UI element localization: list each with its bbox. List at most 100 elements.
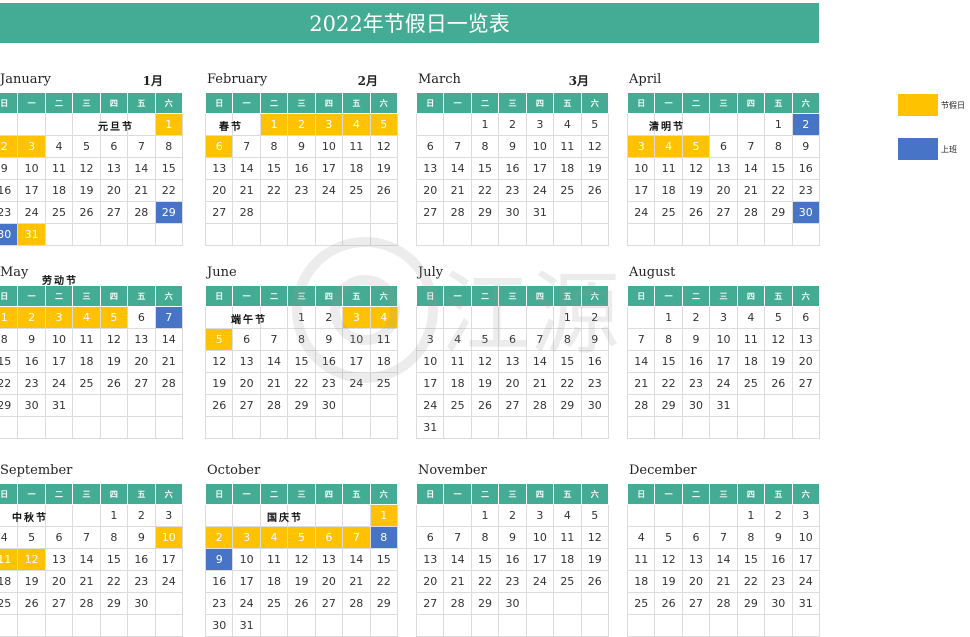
day-cell[interactable]: 26	[654, 592, 683, 615]
day-cell[interactable]: 5	[17, 526, 46, 549]
day-cell[interactable]: 2	[287, 113, 316, 136]
day-cell[interactable]: 29	[470, 592, 500, 615]
day-cell[interactable]: 27	[498, 394, 527, 417]
day-cell[interactable]: 1	[259, 113, 289, 136]
day-cell[interactable]: 26	[369, 179, 399, 202]
day-cell[interactable]: 23	[287, 179, 316, 202]
day-cell[interactable]: 31	[232, 614, 261, 637]
day-cell[interactable]: 12	[654, 548, 683, 571]
day-cell[interactable]: 29	[654, 394, 683, 417]
day-cell[interactable]: 1	[154, 113, 184, 136]
day-cell[interactable]: 25	[0, 592, 19, 615]
day-cell[interactable]: 31	[415, 416, 445, 439]
day-cell[interactable]: 6	[709, 135, 738, 158]
day-cell[interactable]: 4	[0, 526, 19, 549]
day-cell[interactable]: 28	[736, 201, 766, 224]
day-cell[interactable]: 16	[498, 548, 527, 571]
day-cell[interactable]: 18	[44, 179, 74, 202]
day-cell[interactable]: 3	[525, 504, 555, 527]
day-cell[interactable]: 6	[99, 135, 129, 158]
day-cell[interactable]: 15	[154, 157, 184, 180]
day-cell[interactable]: 17	[44, 350, 74, 373]
day-cell[interactable]: 10	[44, 328, 74, 351]
day-cell[interactable]: 12	[204, 350, 234, 373]
day-cell[interactable]: 6	[204, 135, 234, 158]
day-cell[interactable]: 2	[498, 113, 527, 136]
day-cell[interactable]: 9	[681, 328, 711, 351]
day-cell[interactable]: 4	[44, 135, 74, 158]
day-cell[interactable]: 18	[553, 548, 582, 571]
day-cell[interactable]: 2	[764, 504, 793, 527]
day-cell[interactable]: 20	[709, 179, 738, 202]
day-cell[interactable]: 3	[154, 504, 184, 527]
day-cell[interactable]: 11	[44, 157, 74, 180]
day-cell[interactable]: 30	[498, 592, 527, 615]
day-cell[interactable]: 21	[342, 570, 371, 593]
day-cell[interactable]: 20	[791, 350, 821, 373]
day-cell[interactable]: 6	[415, 135, 445, 158]
day-cell[interactable]: 8	[259, 135, 289, 158]
day-cell[interactable]: 4	[553, 113, 582, 136]
day-cell[interactable]: 15	[470, 157, 500, 180]
day-cell[interactable]: 27	[127, 372, 156, 395]
day-cell[interactable]: 22	[736, 570, 766, 593]
day-cell[interactable]: 19	[580, 548, 610, 571]
day-cell[interactable]: 11	[553, 135, 582, 158]
day-cell[interactable]: 21	[72, 570, 101, 593]
day-cell[interactable]: 10	[154, 526, 184, 549]
day-cell[interactable]: 3	[44, 306, 74, 329]
day-cell[interactable]: 4	[626, 526, 656, 549]
day-cell[interactable]: 9	[791, 135, 821, 158]
day-cell[interactable]: 24	[17, 201, 46, 224]
day-cell[interactable]: 7	[232, 135, 261, 158]
day-cell[interactable]: 28	[127, 201, 156, 224]
day-cell[interactable]: 1	[470, 504, 500, 527]
day-cell[interactable]: 24	[314, 179, 344, 202]
day-cell[interactable]: 8	[736, 526, 766, 549]
day-cell[interactable]: 25	[443, 394, 472, 417]
day-cell[interactable]: 26	[470, 394, 500, 417]
day-cell[interactable]: 10	[709, 328, 738, 351]
day-cell[interactable]: 24	[44, 372, 74, 395]
day-cell[interactable]: 4	[259, 526, 289, 549]
day-cell[interactable]: 24	[525, 570, 555, 593]
day-cell[interactable]: 9	[0, 157, 19, 180]
day-cell[interactable]: 11	[342, 135, 371, 158]
day-cell[interactable]: 27	[99, 201, 129, 224]
day-cell[interactable]: 30	[0, 223, 19, 246]
day-cell[interactable]: 5	[654, 526, 683, 549]
day-cell[interactable]: 15	[470, 548, 500, 571]
day-cell[interactable]: 27	[314, 592, 344, 615]
day-cell[interactable]: 17	[525, 157, 555, 180]
day-cell[interactable]: 19	[99, 350, 129, 373]
day-cell[interactable]: 5	[580, 113, 610, 136]
day-cell[interactable]: 20	[415, 179, 445, 202]
day-cell[interactable]: 14	[709, 548, 738, 571]
day-cell[interactable]: 11	[626, 548, 656, 571]
day-cell[interactable]: 19	[654, 570, 683, 593]
day-cell[interactable]: 30	[17, 394, 46, 417]
day-cell[interactable]: 1	[369, 504, 399, 527]
day-cell[interactable]: 27	[791, 372, 821, 395]
day-cell[interactable]: 13	[232, 350, 261, 373]
day-cell[interactable]: 6	[791, 306, 821, 329]
day-cell[interactable]: 18	[736, 350, 766, 373]
day-cell[interactable]: 12	[72, 157, 101, 180]
day-cell[interactable]: 26	[72, 201, 101, 224]
day-cell[interactable]: 18	[626, 570, 656, 593]
day-cell[interactable]: 31	[17, 223, 46, 246]
day-cell[interactable]: 26	[204, 394, 234, 417]
day-cell[interactable]: 6	[232, 328, 261, 351]
day-cell[interactable]: 19	[204, 372, 234, 395]
day-cell[interactable]: 22	[154, 179, 184, 202]
day-cell[interactable]: 29	[0, 394, 19, 417]
day-cell[interactable]: 13	[99, 157, 129, 180]
day-cell[interactable]: 28	[259, 394, 289, 417]
day-cell[interactable]: 10	[525, 135, 555, 158]
day-cell[interactable]: 13	[44, 548, 74, 571]
day-cell[interactable]: 2	[0, 135, 19, 158]
day-cell[interactable]: 24	[415, 394, 445, 417]
day-cell[interactable]: 3	[709, 306, 738, 329]
day-cell[interactable]: 15	[0, 350, 19, 373]
day-cell[interactable]: 15	[99, 548, 129, 571]
